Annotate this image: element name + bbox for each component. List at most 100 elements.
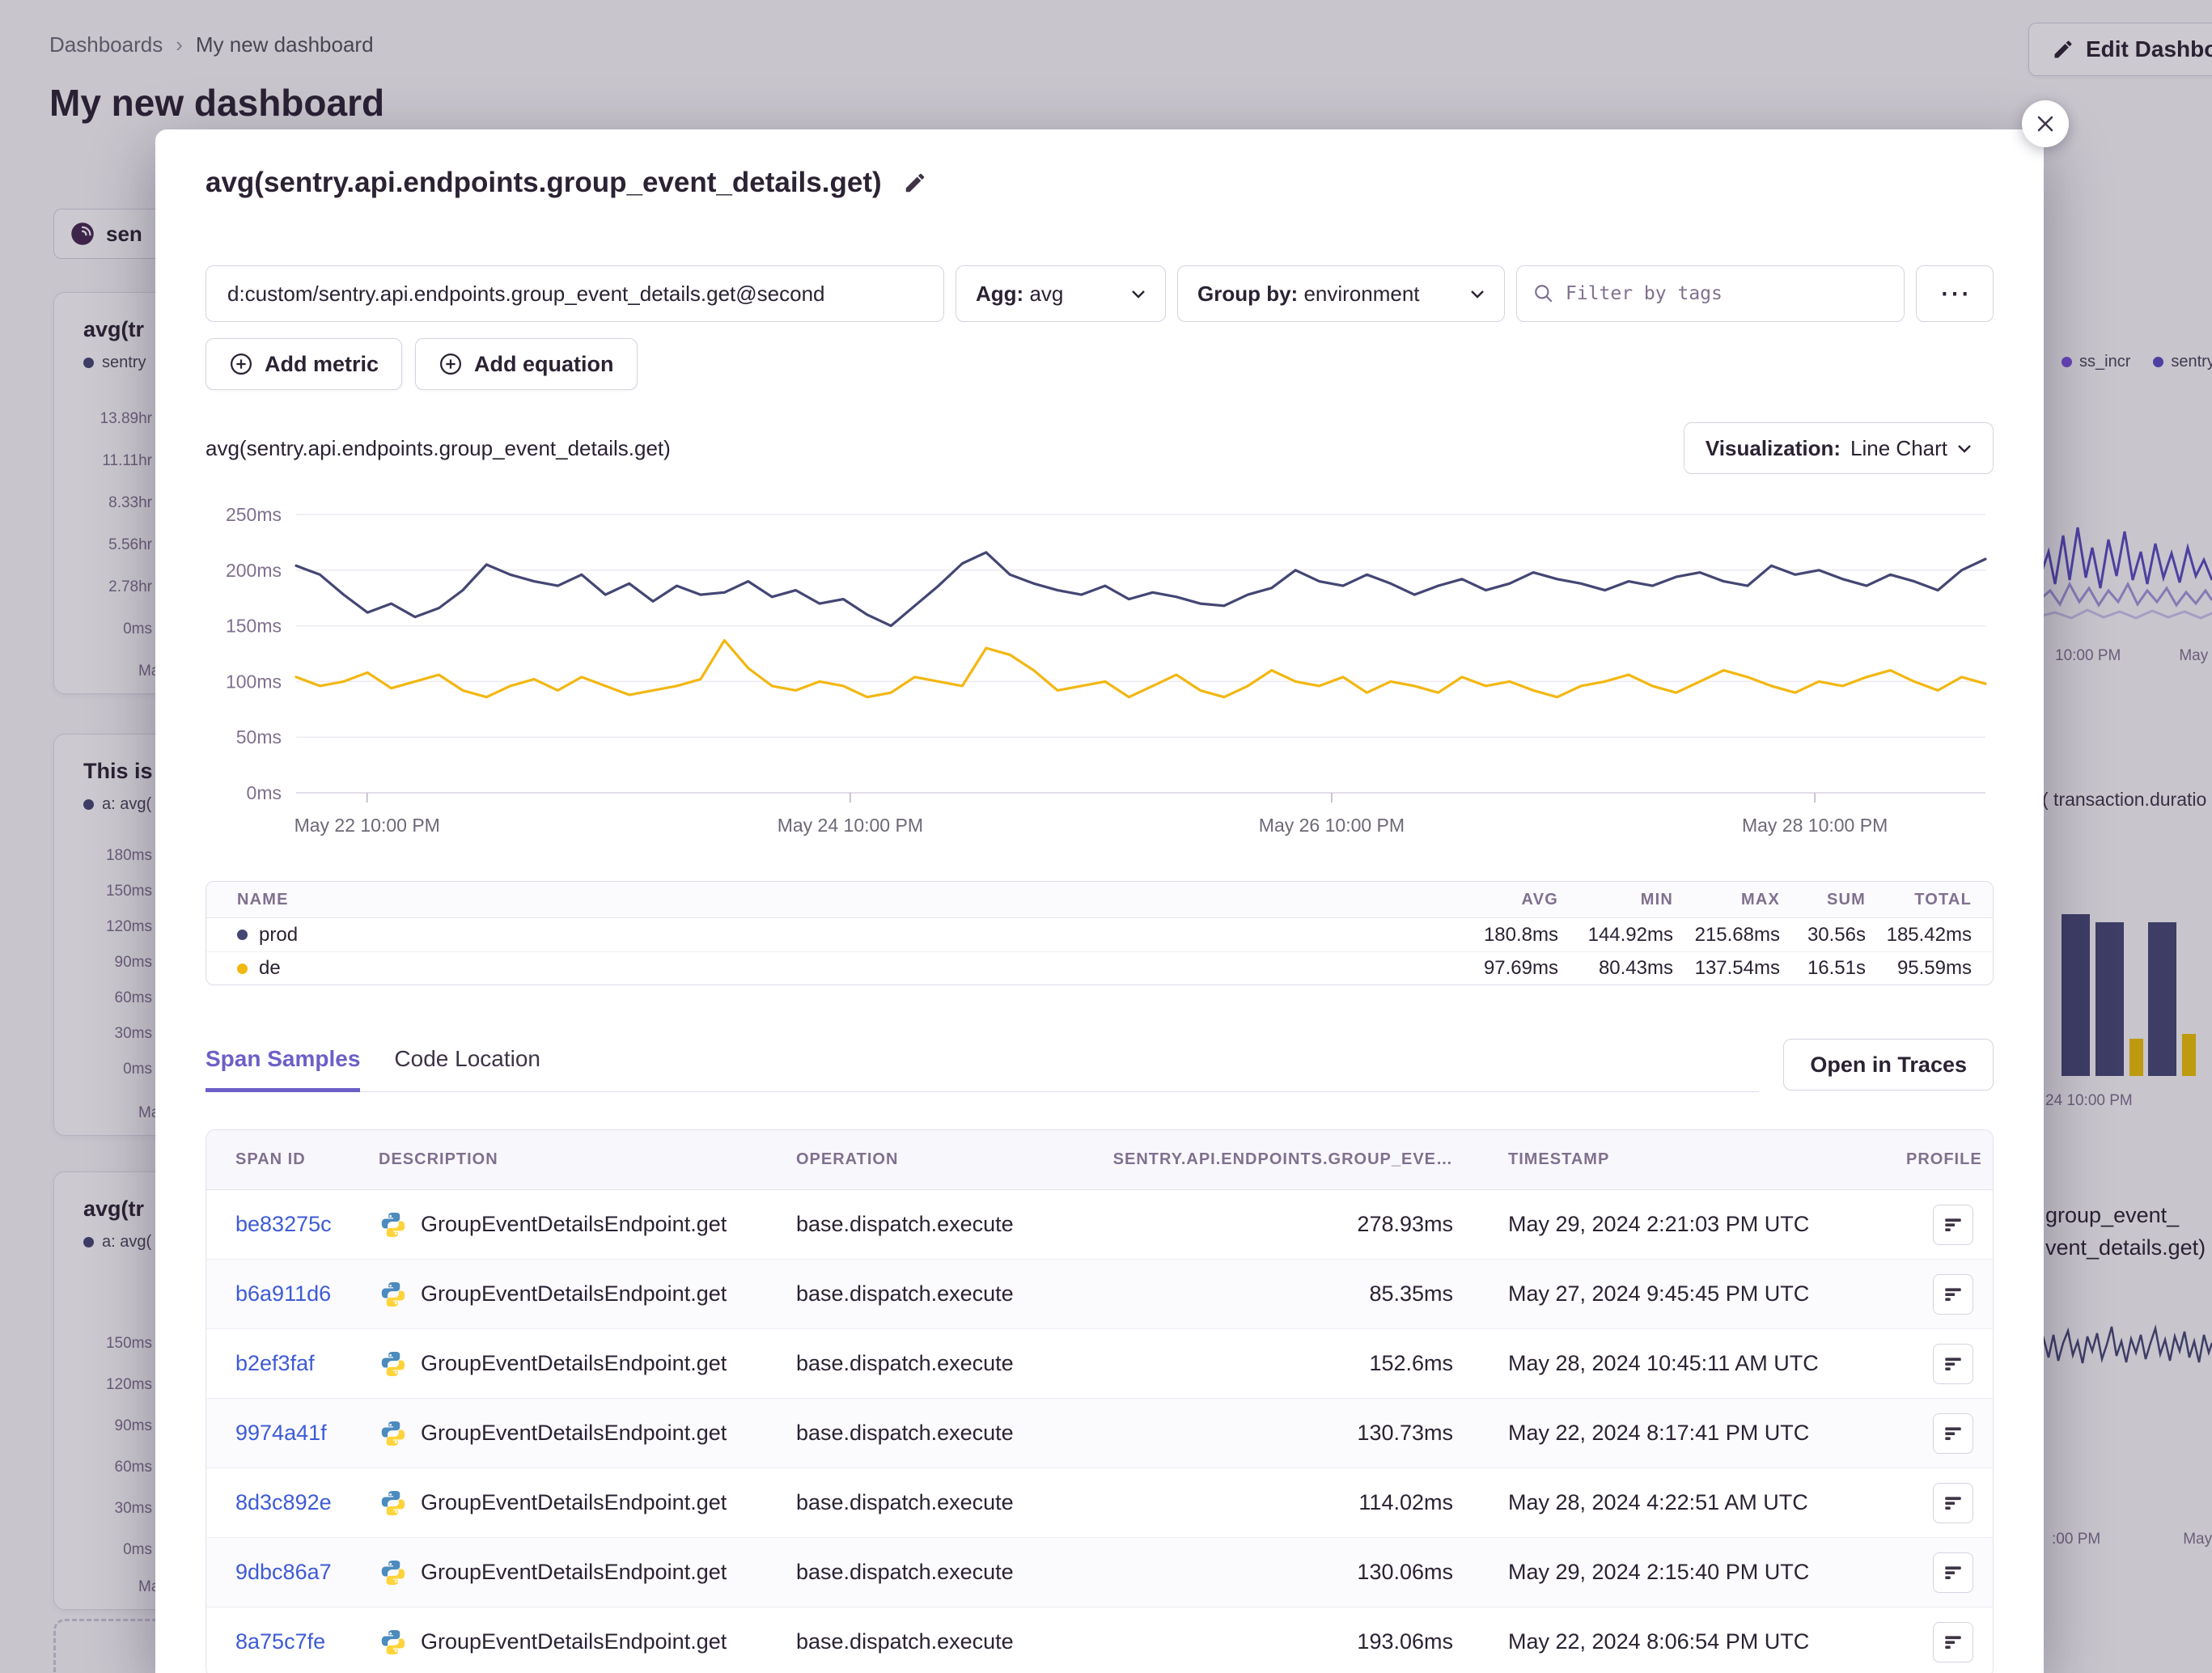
metric-widget-modal: avg(sentry.api.endpoints.group_event_det… (155, 129, 2044, 1673)
svg-text:0ms: 0ms (247, 782, 282, 803)
chart-series-label: avg(sentry.api.endpoints.group_event_det… (206, 436, 671, 461)
span-description: GroupEventDetailsEndpoint.get (379, 1489, 796, 1518)
table-row: b2ef3faf GroupEventDetailsEndpoint.get b… (206, 1329, 1993, 1399)
more-options-button[interactable]: ⋯ (1916, 265, 1994, 322)
svg-text:50ms: 50ms (236, 726, 282, 748)
profile-flamegraph-icon (1943, 1423, 1964, 1444)
table-row: 8a75c7fe GroupEventDetailsEndpoint.get b… (206, 1607, 1993, 1673)
span-operation: base.dispatch.execute (796, 1351, 1089, 1376)
modal-close-button[interactable] (2022, 100, 2069, 147)
samples-tabbar: Span Samples Code Location Open in Trace… (206, 1039, 1994, 1092)
edit-title-pencil-icon[interactable] (903, 171, 927, 195)
profile-button[interactable] (1933, 1344, 1973, 1384)
add-metric-button[interactable]: Add metric (206, 338, 402, 390)
span-operation: base.dispatch.execute (796, 1490, 1089, 1515)
profile-button[interactable] (1933, 1205, 1973, 1245)
span-duration: 130.73ms (1089, 1421, 1453, 1446)
span-id-link[interactable]: b6a911d6 (206, 1281, 379, 1307)
svg-text:200ms: 200ms (226, 560, 282, 581)
summary-row-prod[interactable]: prod 180.8ms 144.92ms 215.68ms 30.56s 18… (206, 918, 1993, 951)
span-id-link[interactable]: 9974a41f (206, 1421, 379, 1446)
summary-header-row: NAME AVG MIN MAX SUM TOTAL (206, 882, 1993, 918)
profile-button[interactable] (1933, 1274, 1973, 1315)
span-duration: 278.93ms (1089, 1212, 1453, 1237)
metric-query-input[interactable] (206, 265, 944, 322)
span-timestamp: May 22, 2024 8:17:41 PM UTC (1453, 1421, 1906, 1446)
chevron-down-icon (1131, 290, 1146, 299)
chevron-down-icon (1470, 290, 1485, 299)
span-id-link[interactable]: b2ef3faf (206, 1351, 379, 1376)
svg-text:May 24 10:00 PM: May 24 10:00 PM (778, 815, 923, 836)
python-icon (379, 1489, 408, 1518)
profile-button[interactable] (1933, 1552, 1973, 1593)
aggregate-dropdown[interactable]: Agg: avg (956, 265, 1166, 322)
profile-flamegraph-icon (1943, 1214, 1964, 1235)
series-summary-table: NAME AVG MIN MAX SUM TOTAL prod 180.8ms … (206, 881, 1994, 985)
span-timestamp: May 27, 2024 9:45:45 PM UTC (1453, 1281, 1906, 1307)
tag-filter-input[interactable] (1566, 283, 1888, 304)
span-description: GroupEventDetailsEndpoint.get (379, 1628, 796, 1657)
profile-flamegraph-icon (1943, 1284, 1964, 1305)
span-operation: base.dispatch.execute (796, 1281, 1089, 1307)
span-timestamp: May 28, 2024 10:45:11 AM UTC (1453, 1351, 1906, 1376)
span-timestamp: May 28, 2024 4:22:51 AM UTC (1453, 1490, 1906, 1515)
visualization-dropdown[interactable]: Visualization: Line Chart (1684, 422, 1994, 474)
span-operation: base.dispatch.execute (796, 1212, 1089, 1237)
profile-button[interactable] (1933, 1483, 1973, 1523)
span-id-link[interactable]: be83275c (206, 1212, 379, 1237)
span-duration: 114.02ms (1089, 1490, 1453, 1515)
span-id-link[interactable]: 9dbc86a7 (206, 1560, 379, 1585)
tag-filter-field[interactable] (1516, 265, 1905, 322)
close-icon (2036, 114, 2055, 133)
python-icon (379, 1349, 408, 1379)
span-description: GroupEventDetailsEndpoint.get (379, 1280, 796, 1309)
span-description: GroupEventDetailsEndpoint.get (379, 1419, 796, 1448)
span-description: GroupEventDetailsEndpoint.get (379, 1210, 796, 1239)
svg-text:150ms: 150ms (226, 616, 282, 637)
span-description: GroupEventDetailsEndpoint.get (379, 1349, 796, 1379)
open-in-traces-button[interactable]: Open in Traces (1783, 1039, 1994, 1091)
samples-header-row: SPAN ID DESCRIPTION OPERATION SENTRY.API… (206, 1130, 1993, 1190)
span-operation: base.dispatch.execute (796, 1629, 1089, 1654)
profile-flamegraph-icon (1943, 1632, 1964, 1653)
span-timestamp: May 29, 2024 2:21:03 PM UTC (1453, 1212, 1906, 1237)
span-id-link[interactable]: 8a75c7fe (206, 1629, 379, 1654)
svg-text:250ms: 250ms (226, 504, 282, 525)
line-chart: 250ms 200ms 150ms 100ms 50ms 0ms May 22 10:00 … (206, 481, 1994, 868)
table-row: b6a911d6 GroupEventDetailsEndpoint.get b… (206, 1260, 1993, 1329)
python-icon (379, 1558, 408, 1587)
python-icon (379, 1419, 408, 1448)
python-icon (379, 1280, 408, 1309)
span-id-link[interactable]: 8d3c892e (206, 1490, 379, 1515)
chevron-down-icon (1957, 444, 1972, 453)
profile-button[interactable] (1933, 1413, 1973, 1454)
profile-button[interactable] (1933, 1622, 1973, 1662)
table-row: 8d3c892e GroupEventDetailsEndpoint.get b… (206, 1468, 1993, 1538)
span-duration: 152.6ms (1089, 1351, 1453, 1376)
python-icon (379, 1628, 408, 1657)
group-by-dropdown[interactable]: Group by: environment (1177, 265, 1505, 322)
svg-text:May 26 10:00 PM: May 26 10:00 PM (1259, 815, 1405, 836)
svg-text:May 22 10:00 PM: May 22 10:00 PM (295, 815, 440, 836)
span-description: GroupEventDetailsEndpoint.get (379, 1558, 796, 1587)
profile-flamegraph-icon (1943, 1562, 1964, 1583)
plus-circle-icon (439, 352, 463, 376)
span-timestamp: May 29, 2024 2:15:40 PM UTC (1453, 1560, 1906, 1585)
add-equation-button[interactable]: Add equation (415, 338, 637, 390)
search-icon (1533, 283, 1554, 304)
span-duration: 130.06ms (1089, 1560, 1453, 1585)
tab-code-location[interactable]: Code Location (394, 1046, 540, 1092)
span-samples-table: SPAN ID DESCRIPTION OPERATION SENTRY.API… (206, 1129, 1994, 1673)
tab-span-samples[interactable]: Span Samples (206, 1046, 360, 1092)
table-row: 9974a41f GroupEventDetailsEndpoint.get b… (206, 1399, 1993, 1468)
series-dot (237, 930, 248, 940)
span-operation: base.dispatch.execute (796, 1421, 1089, 1446)
svg-text:May 28 10:00 PM: May 28 10:00 PM (1742, 815, 1888, 836)
profile-flamegraph-icon (1943, 1353, 1964, 1374)
span-operation: base.dispatch.execute (796, 1560, 1089, 1585)
table-row: 9dbc86a7 GroupEventDetailsEndpoint.get b… (206, 1538, 1993, 1607)
svg-text:100ms: 100ms (226, 671, 282, 692)
summary-row-de[interactable]: de 97.69ms 80.43ms 137.54ms 16.51s 95.59… (206, 951, 1993, 985)
modal-title: avg(sentry.api.endpoints.group_event_det… (206, 167, 882, 199)
span-duration: 193.06ms (1089, 1629, 1453, 1654)
